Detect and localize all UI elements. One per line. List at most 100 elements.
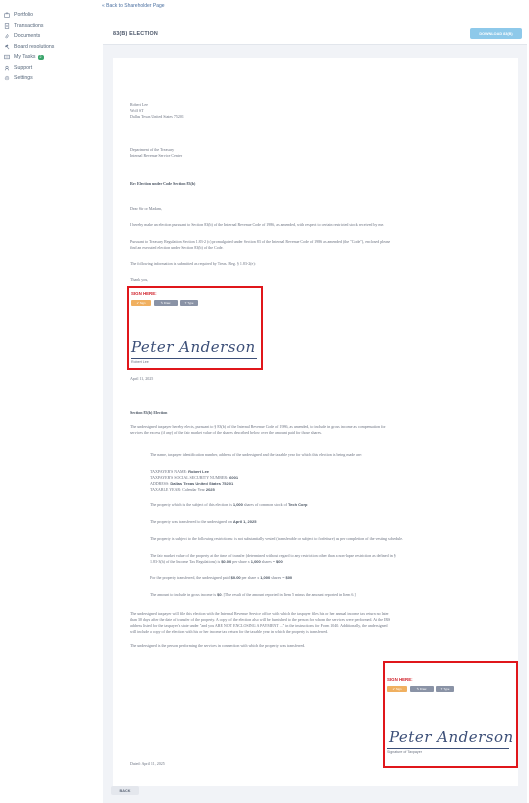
item-5-equals: shares = [261,559,276,564]
signature-options-1: ✔ Sign ✎ Draw T Type [131,300,198,306]
item-5-line1: The fair market value of the property at… [150,553,396,558]
item-3: The property was transferred to the unde… [150,519,256,524]
sidebar-item-support[interactable]: Support [0,63,92,74]
sidebar-item-my-tasks[interactable]: My Tasks 2 [0,52,92,63]
sidebar-item-label: Portfolio [14,12,34,19]
sign-button[interactable]: ✔ Sign [131,300,151,306]
item-6-text: For the property transferred, the unders… [150,575,230,580]
draw-button-label: Draw [419,687,427,691]
sidebar-item-documents[interactable]: Documents [0,31,92,42]
sidebar-item-label: Documents [14,33,41,40]
sidebar-item-portfolio[interactable]: Portfolio [0,10,92,21]
item-3-text: The property was transferred to the unde… [150,519,232,524]
sidebar: Portfolio Transactions Documents Board r… [0,0,92,803]
item-7-text: The amount to include in gross income is [150,592,217,597]
sidebar-item-label: My Tasks [14,54,36,61]
draw-button[interactable]: ✎ Draw [409,686,434,692]
item-6: For the property transferred, the unders… [150,575,292,580]
item-6-equals: shares = [271,575,285,580]
intro-line2: services the excess (if any) of the fair… [130,430,322,435]
back-link-label: Back to Shareholder Page [106,3,165,9]
item-5-total: $00 [276,559,283,564]
signature-2: Peter Anderson [389,728,514,746]
briefcase-icon [3,12,10,19]
closing-line1: The undersigned taxpayer will file this … [130,611,389,616]
intro-line1: The undersigned taxpayer hereby elects, … [130,424,386,429]
taxpayer-address-label: ADDRESS: [150,481,170,486]
sign-button[interactable]: ✔ Sign [387,686,407,692]
item-5-per-share: per share x [232,559,250,564]
check-icon: ✔ [392,687,395,691]
paragraph-3: The following information is submitted a… [130,261,256,266]
paragraph-1: I hereby make an election pursuant to Se… [130,222,385,227]
item-5-text: 1.83-3(h) of the Income Tax Regulations)… [150,559,221,564]
panel-header: 83(B) ELECTION DOWNLOAD 83(B) [103,23,527,45]
item-5-shares: 1,000 [250,559,261,564]
item-7-note: . [The result of the amount reported in … [221,592,356,597]
recipient-line2: Internal Revenue Service Center [130,153,183,158]
taxpayer-name-label: TAXPAYER'S NAME: [150,469,188,474]
download-button[interactable]: DOWNLOAD 83(B) [470,28,522,39]
item-4: The property is subject to the following… [150,536,404,541]
item-2-company: Tech Corp [288,502,308,507]
arrow-left-icon: « [102,3,105,9]
item-6-total: $00 [285,575,293,580]
sidebar-item-label: Support [14,64,33,71]
pen-icon: ✎ [416,687,419,691]
sidebar-item-board-resolutions[interactable]: Board resolutions [0,42,92,53]
sign-button-label: Sign [139,301,146,305]
paperclip-icon [3,33,10,40]
item-6-price: $0.00 [230,575,241,580]
sender-address-line2: Dallas Texas United States 75201 [130,114,184,119]
item-5-line2: 1.83-3(h) of the Income Tax Regulations)… [150,559,283,564]
taxpayer-name-row: TAXPAYER'S NAME: Robert Lee [150,469,209,474]
sidebar-item-label: Board resolutions [14,43,55,50]
recipient-line1: Department of the Treasury [130,147,175,152]
sign-button-label: Sign [395,687,402,691]
item-2-text-b: shares of common stock of [243,502,287,507]
back-button[interactable]: BACK [111,786,139,795]
back-to-shareholder-link[interactable]: « Back to Shareholder Page [102,3,165,9]
closing-line2: than 30 days after the date of transfer … [130,617,391,622]
sidebar-item-label: Transactions [14,22,44,29]
taxpayer-address-value: Dallas Texas United States 75201 [170,481,234,486]
item-2: The property which is the subject of thi… [150,502,307,507]
item-5-price: $0.00 [221,559,232,564]
draw-button[interactable]: ✎ Draw [153,300,178,306]
sidebar-item-settings[interactable]: Settings [0,73,92,84]
main-panel: 83(B) ELECTION DOWNLOAD 83(B) Robert Lee… [103,23,527,803]
taxpayer-ssn-label: TAXPAYER'S SOCIAL SECURITY NUMBER: [150,475,229,480]
signature-line-2 [387,748,509,749]
page-title: 83(B) ELECTION [113,31,159,37]
taxpayer-ssn-row: TAXPAYER'S SOCIAL SECURITY NUMBER: 6001 [150,475,238,480]
taxpayer-ssn-value: 6001 [229,475,239,480]
check-icon: ✔ [136,301,139,305]
text-icon: T [184,301,187,305]
taxable-year-label: TAXABLE YEAR: Calendar Year [150,487,205,492]
taxpayer-address-row: ADDRESS: Dallas Texas United States 7520… [150,481,233,486]
sign-here-label-2: SIGN HERE: [387,677,413,682]
item-3-date: April 1, 2025 [232,519,257,524]
type-button[interactable]: T Type [436,686,454,692]
taxable-year-row: TAXABLE YEAR: Calendar Year 2025 [150,487,215,492]
item-6-per-share: per share x [241,575,260,580]
type-button-label: Type [443,687,450,691]
item-2-text-a: The property which is the subject of thi… [150,502,232,507]
paragraph-2a: Pursuant to Treasury Regulation Section … [130,239,391,244]
closing-line3: address listed for the taxpayer's state … [130,623,388,628]
draw-button-label: Draw [163,301,171,305]
text-icon: T [440,687,443,691]
sidebar-item-transactions[interactable]: Transactions [0,21,92,32]
type-button[interactable]: T Type [180,300,198,306]
item-1: The name, taxpayer identification number… [150,452,362,457]
election-document: Robert Lee Wolf ST Dallas Texas United S… [113,58,518,786]
section-title: Section 83(b) Election [130,410,168,415]
document-icon [3,22,10,29]
item-6-shares: 1,000 [260,575,271,580]
paragraph-2b: find an executed election under Section … [130,245,224,250]
pen-icon: ✎ [160,301,163,305]
date-1: April 11, 2025 [130,376,154,381]
signature-line-1 [131,358,257,359]
item-2-shares: 1,000 [232,502,243,507]
gavel-icon [3,43,10,50]
